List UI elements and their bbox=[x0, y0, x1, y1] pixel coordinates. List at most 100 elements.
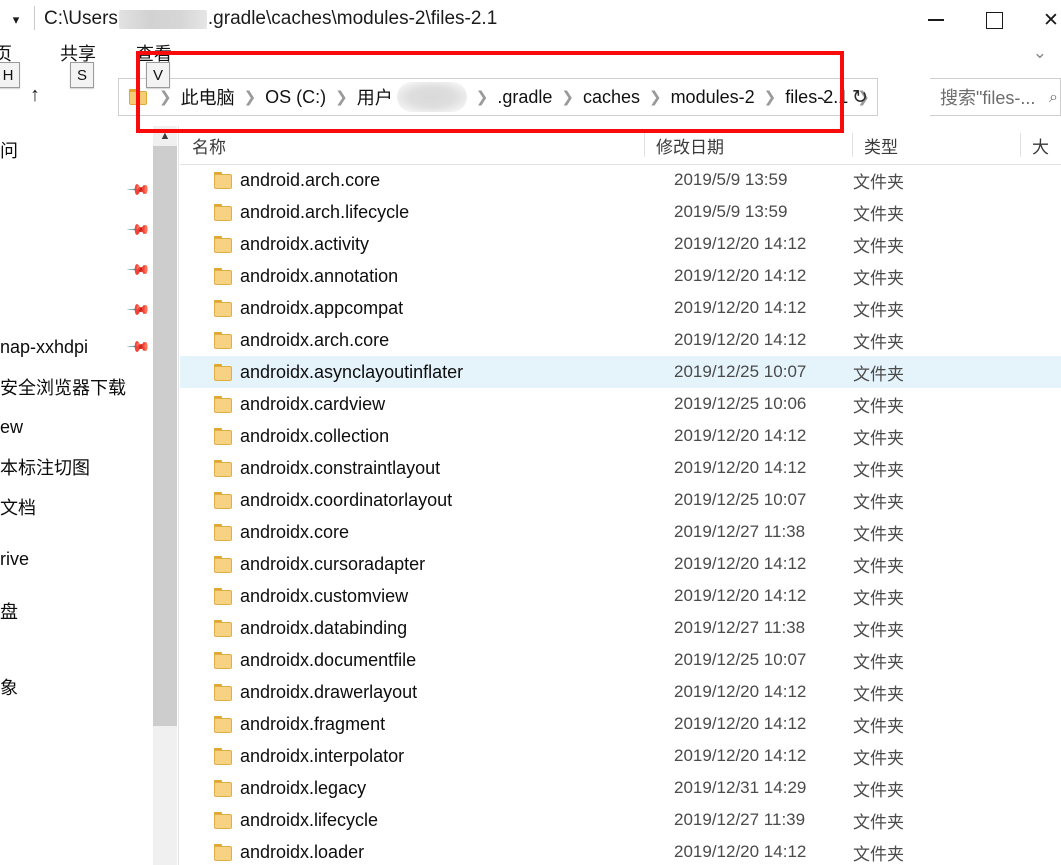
file-name-cell: androidx.cardview bbox=[240, 393, 386, 414]
table-row[interactable]: androidx.cardview 2019/12/25 10:06 文件夹 bbox=[180, 388, 1061, 420]
table-row[interactable]: androidx.arch.core 2019/12/20 14:12 文件夹 bbox=[180, 324, 1061, 356]
table-row[interactable]: androidx.databinding 2019/12/27 11:38 文件夹 bbox=[180, 612, 1061, 644]
address-bar[interactable]: ❯ 此电脑 ❯ OS (C:) ❯ 用户 ❯ .gradle ❯ caches … bbox=[118, 78, 878, 116]
folder-icon bbox=[214, 299, 233, 317]
scroll-up-chevron-up-icon[interactable]: ▲ bbox=[153, 126, 177, 146]
file-type-cell: 文件夹 bbox=[853, 716, 904, 736]
pin-icon[interactable]: 📌 bbox=[126, 217, 151, 243]
navigate-up-button[interactable]: ↑ bbox=[22, 82, 48, 108]
table-row[interactable]: androidx.coordinatorlayout 2019/12/25 10:… bbox=[180, 484, 1061, 516]
file-type-cell: 文件夹 bbox=[853, 492, 904, 512]
column-header-type[interactable]: 类型 bbox=[852, 126, 1020, 164]
folder-icon bbox=[214, 235, 233, 253]
table-row[interactable]: androidx.documentfile 2019/12/25 10:07 文件夹 bbox=[180, 644, 1061, 676]
breadcrumb-separator[interactable]: ❯ bbox=[642, 90, 669, 105]
file-type-cell: 文件夹 bbox=[853, 684, 904, 704]
breadcrumb-item-gradle[interactable]: .gradle bbox=[495, 87, 554, 108]
table-row[interactable]: androidx.cursoradapter 2019/12/20 14:12 文件… bbox=[180, 548, 1061, 580]
sidebar-item-network-objects[interactable]: 象 bbox=[0, 671, 18, 703]
table-row[interactable]: androidx.loader 2019/12/20 14:12 文件夹 bbox=[180, 836, 1061, 865]
table-row[interactable]: androidx.customview 2019/12/20 14:12 文件夹 bbox=[180, 580, 1061, 612]
minimize-button[interactable] bbox=[907, 0, 965, 40]
navigation-pane-scrollbar[interactable]: ▲ bbox=[153, 126, 177, 865]
file-type-cell: 文件夹 bbox=[853, 268, 904, 288]
date-modified-cell: 2019/12/20 14:12 bbox=[674, 426, 807, 445]
column-header-date[interactable]: 修改日期 bbox=[644, 126, 852, 164]
file-name-cell: androidx.legacy bbox=[240, 777, 367, 798]
file-type-cell: 文件夹 bbox=[853, 300, 904, 320]
table-row[interactable]: androidx.appcompat 2019/12/20 14:12 文件夹 bbox=[180, 292, 1061, 324]
sidebar-item-mipmap-xxhdpi[interactable]: nap-xxhdpi 📌 bbox=[0, 331, 151, 363]
table-row[interactable]: androidx.drawerlayout 2019/12/20 14:12 文件夹 bbox=[180, 676, 1061, 708]
scrollbar-thumb[interactable] bbox=[153, 146, 177, 726]
sidebar-item-annotation-cuts[interactable]: 本标注切图 bbox=[0, 451, 90, 483]
pin-icon[interactable]: 📌 bbox=[126, 177, 151, 203]
table-row[interactable]: androidx.legacy 2019/12/31 14:29 文件夹 bbox=[180, 772, 1061, 804]
maximize-button[interactable] bbox=[965, 0, 1023, 40]
date-modified-cell: 2019/12/20 14:12 bbox=[674, 554, 807, 573]
table-row[interactable]: androidx.fragment 2019/12/20 14:12 文件夹 bbox=[180, 708, 1061, 740]
breadcrumb-separator[interactable]: ❯ bbox=[554, 90, 581, 105]
file-name-cell: androidx.asynclayoutinflater bbox=[240, 361, 464, 382]
date-modified-cell: 2019/5/9 13:59 bbox=[674, 170, 788, 189]
keytip-home: H bbox=[0, 62, 20, 88]
table-row[interactable]: androidx.interpolator 2019/12/20 14:12 文件夹 bbox=[180, 740, 1061, 772]
breadcrumb-item-this-pc[interactable]: 此电脑 bbox=[179, 84, 237, 110]
breadcrumb-item-modules-2[interactable]: modules-2 bbox=[669, 87, 757, 108]
breadcrumb-separator[interactable]: ❯ bbox=[237, 90, 264, 105]
pin-icon[interactable]: 📌 bbox=[126, 257, 151, 283]
sidebar-item-quick-access[interactable]: 问 bbox=[0, 134, 18, 166]
table-row[interactable]: androidx.asynclayoutinflater 2019/12/25 1… bbox=[180, 356, 1061, 388]
folder-icon bbox=[214, 331, 233, 349]
table-row[interactable]: androidx.core 2019/12/27 11:38 文件夹 bbox=[180, 516, 1061, 548]
sidebar-item-label: 问 bbox=[0, 141, 18, 161]
file-name-cell: androidx.interpolator bbox=[240, 745, 405, 766]
sidebar-item-label: 文档 bbox=[0, 498, 36, 518]
sidebar-item-secure-browser-downloads[interactable]: 安全浏览器下载 bbox=[0, 371, 126, 403]
folder-icon bbox=[214, 619, 233, 637]
breadcrumb-item-os-c[interactable]: OS (C:) bbox=[263, 87, 328, 108]
sidebar-item-disk[interactable]: 盘 bbox=[0, 595, 18, 627]
pin-icon[interactable]: 📌 bbox=[126, 334, 151, 360]
window-title: C:\Users .gradle\caches\modules-2\files-2… bbox=[44, 4, 497, 34]
table-row[interactable]: androidx.collection 2019/12/20 14:12 文件夹 bbox=[180, 420, 1061, 452]
table-row[interactable]: androidx.constraintlayout 2019/12/20 14:1… bbox=[180, 452, 1061, 484]
sidebar-item-onedrive[interactable]: rive bbox=[0, 543, 29, 575]
sidebar-item-documents[interactable]: 文档 bbox=[0, 491, 36, 523]
file-type-cell: 文件夹 bbox=[853, 620, 904, 640]
pin-icon[interactable]: 📌 bbox=[126, 297, 151, 323]
file-type-cell: 文件夹 bbox=[853, 332, 904, 352]
breadcrumb-item-users[interactable]: 用户 bbox=[355, 84, 395, 110]
quick-access-toolbar-caret[interactable]: ▾ bbox=[4, 8, 28, 30]
sidebar-item-label: 象 bbox=[0, 678, 18, 698]
file-name-cell: androidx.core bbox=[240, 521, 350, 542]
pane-divider[interactable] bbox=[178, 126, 179, 865]
breadcrumb-item-caches[interactable]: caches bbox=[581, 87, 642, 108]
sidebar-item-new[interactable]: ew bbox=[0, 411, 23, 443]
close-button[interactable]: ✕ bbox=[1023, 0, 1061, 40]
address-history-chevron-down-icon[interactable]: ⌄ bbox=[808, 79, 842, 115]
date-modified-cell: 2019/12/20 14:12 bbox=[674, 266, 807, 285]
column-header-name[interactable]: 名称 bbox=[180, 126, 644, 164]
address-bar-controls: ⌄ ↻ bbox=[808, 79, 877, 115]
table-row[interactable]: android.arch.core 2019/5/9 13:59 文件夹 bbox=[180, 164, 1061, 196]
table-row[interactable]: androidx.annotation 2019/12/20 14:12 文件夹 bbox=[180, 260, 1061, 292]
table-row[interactable]: androidx.lifecycle 2019/12/27 11:39 文件夹 bbox=[180, 804, 1061, 836]
date-modified-cell: 2019/12/31 14:29 bbox=[674, 778, 807, 797]
ribbon-expand-chevron-down-icon[interactable]: ⌄ bbox=[1033, 44, 1047, 61]
sidebar-item-label: 安全浏览器下载 bbox=[0, 378, 126, 398]
breadcrumb-separator[interactable]: ❯ bbox=[152, 90, 179, 105]
breadcrumb-separator[interactable]: ❯ bbox=[757, 90, 784, 105]
refresh-icon[interactable]: ↻ bbox=[842, 79, 877, 115]
breadcrumb-separator[interactable]: ❯ bbox=[328, 90, 355, 105]
breadcrumb-separator[interactable]: ❯ bbox=[469, 90, 496, 105]
table-row[interactable]: androidx.activity 2019/12/20 14:12 文件夹 bbox=[180, 228, 1061, 260]
date-modified-cell: 2019/12/27 11:38 bbox=[674, 618, 806, 637]
folder-icon bbox=[214, 203, 233, 221]
column-header-size[interactable]: 大 bbox=[1020, 126, 1061, 164]
date-modified-cell: 2019/12/20 14:12 bbox=[674, 234, 807, 253]
maximize-icon bbox=[985, 11, 1003, 29]
table-row[interactable]: android.arch.lifecycle 2019/5/9 13:59 文件夹 bbox=[180, 196, 1061, 228]
search-box[interactable]: 搜索"files-... ⌕ bbox=[930, 78, 1061, 116]
search-input-placeholder[interactable]: 搜索"files-... bbox=[930, 84, 1035, 110]
